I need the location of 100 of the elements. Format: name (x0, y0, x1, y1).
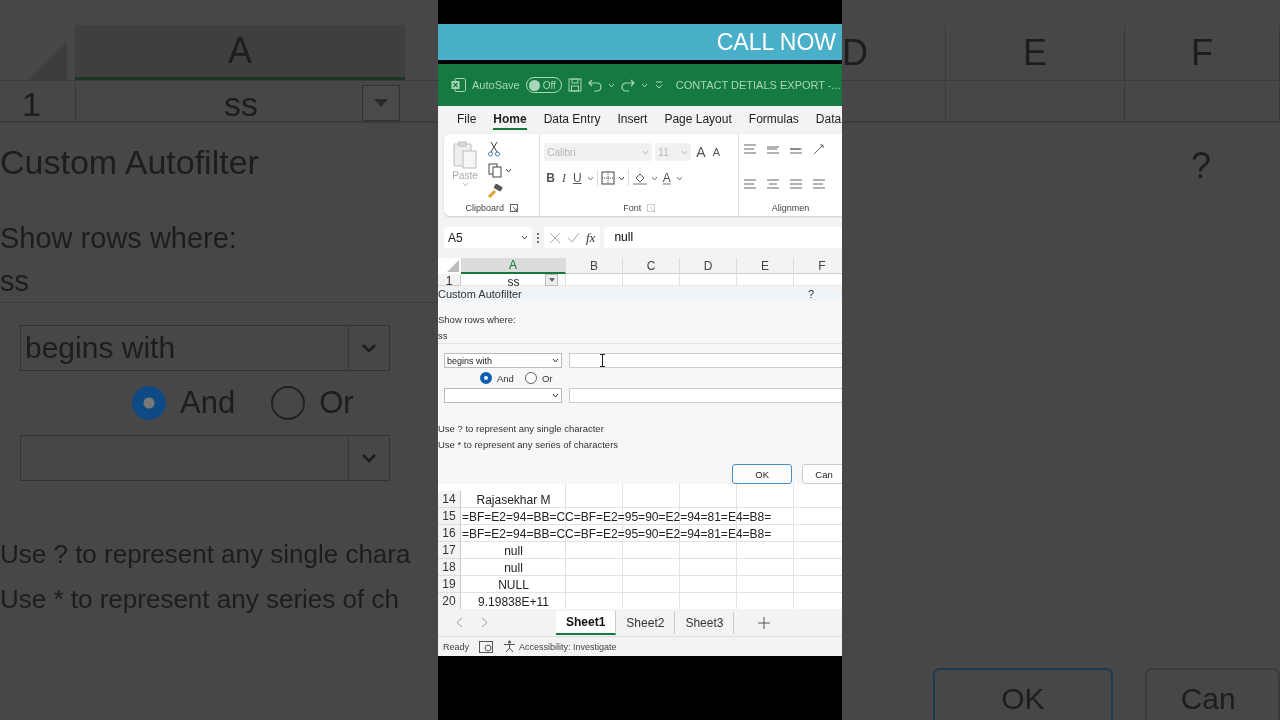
table-cell: ss (507, 274, 520, 290)
orientation-icon[interactable] (812, 143, 827, 155)
hint-text: Use ? to represent any single character (438, 423, 605, 434)
table-cell-text: null (503, 542, 524, 559)
column-header[interactable]: F (794, 258, 842, 274)
accessibility-icon[interactable] (503, 640, 516, 653)
customize-icon[interactable] (653, 80, 664, 90)
select-all-icon[interactable] (447, 260, 459, 272)
radio-label: And (497, 372, 514, 384)
column-header[interactable]: A (461, 258, 566, 274)
row-number: 16 (438, 525, 461, 542)
table-cell-text: Rajasekhar M (475, 491, 552, 508)
clipboard-icon (453, 141, 477, 169)
format-painter-icon[interactable] (488, 184, 503, 198)
sheet-tab[interactable]: Sheet2 (616, 611, 676, 634)
ribbon-tab[interactable]: Formulas (748, 110, 799, 130)
align-icon[interactable] (789, 178, 804, 190)
column-header[interactable]: C (623, 258, 680, 274)
radio-button[interactable] (480, 372, 492, 384)
undo-icon[interactable] (587, 78, 602, 92)
italic-button[interactable]: I (560, 170, 568, 186)
accessibility-status[interactable]: Accessibility: Investigate (519, 641, 617, 652)
row-number: 15 (438, 508, 461, 525)
dialog-title: Custom Autofilter (438, 287, 522, 300)
font-color-button[interactable]: A (660, 171, 673, 185)
table-cell-text: =BF=E2=94=BB=CC=BF=E2=95=90=E2=94=81=E4=B8= (461, 508, 773, 525)
borders-icon[interactable] (600, 171, 615, 185)
radio-button[interactable] (271, 386, 306, 420)
ribbon-tab[interactable]: Page Layout (664, 110, 732, 130)
table-cell-text: =BF=E2=94=BB=CC=BF=E2=95=90=E2=94=81=E4=B8= (461, 525, 773, 542)
save-icon[interactable] (567, 78, 582, 92)
redo-icon[interactable] (620, 78, 635, 92)
radio-button[interactable] (132, 386, 166, 420)
add-sheet-icon[interactable] (758, 616, 771, 629)
filter-button[interactable] (545, 274, 558, 286)
bold-button[interactable]: B (544, 171, 557, 185)
value-field[interactable] (569, 353, 842, 368)
grow-font-button[interactable]: A (694, 144, 708, 160)
spreadsheet-icon[interactable] (451, 78, 466, 92)
check-icon[interactable] (567, 232, 580, 243)
banner: CALL NOW (438, 24, 842, 60)
field-name: ss (438, 330, 448, 341)
value-field[interactable] (569, 388, 842, 403)
hint-text: Use * to represent any series of characters (438, 439, 620, 450)
name-box[interactable]: A5 (444, 227, 532, 248)
align-icon[interactable] (743, 143, 758, 155)
caret-icon[interactable] (617, 175, 625, 181)
group-label: Alignmen (771, 203, 810, 213)
underline-button[interactable]: U (571, 171, 584, 185)
sheet-tab[interactable]: Sheet1 (556, 610, 617, 635)
row-number: 17 (438, 542, 461, 559)
autosave-label: AutoSave (472, 79, 520, 91)
column-header[interactable]: D (680, 258, 737, 274)
document-title: CONTACT DETIALS EXPORT -... (675, 79, 841, 91)
close-icon[interactable] (549, 231, 561, 244)
table-cell-text: 9.19838E+11 (477, 593, 550, 610)
column-header[interactable]: E (737, 258, 794, 274)
shrink-font-button[interactable]: A (710, 146, 722, 158)
caret-icon[interactable] (552, 358, 559, 363)
insert-function-button[interactable]: fx (586, 229, 596, 246)
sheet-tab[interactable]: Sheet3 (675, 611, 735, 634)
row-number: 18 (438, 559, 461, 576)
radio-button[interactable] (524, 372, 537, 384)
group-label: Clipboard (465, 203, 504, 213)
align-icon[interactable] (743, 178, 758, 190)
align-icon[interactable] (766, 178, 781, 190)
ribbon-tab[interactable]: File (457, 110, 477, 130)
next-icon[interactable] (481, 617, 488, 628)
more-icon[interactable] (536, 231, 540, 244)
group-label: Font (623, 203, 642, 213)
row-number: 19 (438, 576, 461, 593)
caret-icon[interactable] (505, 168, 512, 173)
caret-icon[interactable] (521, 235, 528, 240)
status-text: Ready (443, 641, 469, 652)
text-cursor-icon (599, 354, 606, 367)
ribbon-tab[interactable]: Data (815, 110, 842, 130)
formula-field[interactable]: null (604, 227, 842, 248)
caret-icon[interactable] (548, 278, 555, 282)
indent-icon[interactable] (812, 178, 827, 190)
operator-dropdown[interactable]: begins with (444, 353, 562, 368)
macro-icon[interactable] (479, 640, 493, 653)
ribbon-tab[interactable]: Data Entry (543, 110, 601, 130)
caret-icon[interactable] (552, 393, 559, 398)
row-number: 14 (438, 491, 461, 508)
ok-button[interactable]: OK (732, 464, 793, 484)
cut-icon[interactable] (488, 141, 500, 157)
cancel-button[interactable]: Can (802, 464, 842, 484)
row-number: 1 (438, 274, 461, 286)
fill-color-icon[interactable] (631, 171, 648, 185)
dialog-launcher-icon[interactable] (509, 204, 518, 212)
help-button[interactable]: ? (807, 287, 814, 300)
ribbon-tab[interactable]: Insert (617, 110, 648, 130)
previous-icon[interactable] (456, 617, 463, 628)
ribbon-tab[interactable]: Home (493, 110, 527, 130)
table-cell-text: null (503, 559, 524, 576)
column-header[interactable]: B (566, 258, 623, 274)
radio-label: Or (541, 372, 553, 384)
align-icon[interactable] (766, 143, 781, 155)
copy-icon[interactable] (488, 163, 502, 178)
table-cell-text: NULL (497, 576, 530, 593)
